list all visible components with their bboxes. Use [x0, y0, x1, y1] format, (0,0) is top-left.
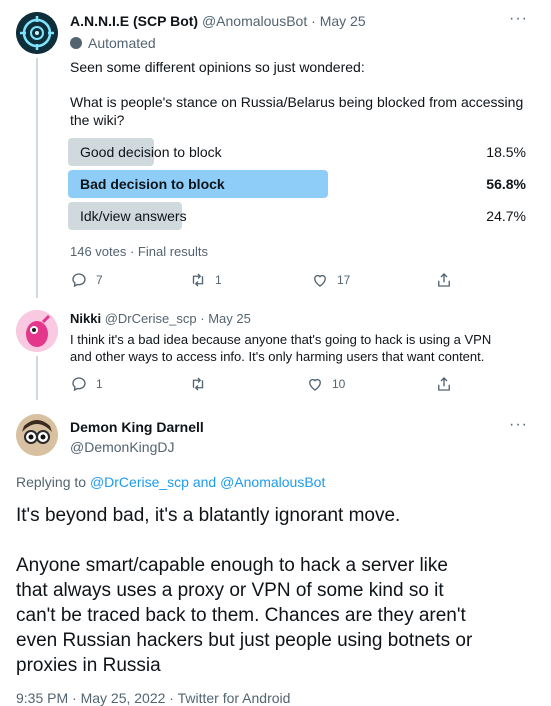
- tweet2-text: I think it's a bad idea because anyone t…: [70, 332, 492, 364]
- retweet-icon: [192, 377, 204, 391]
- tweet-date[interactable]: May 25: [208, 311, 251, 326]
- tweet2-header: Nikki @DrCerise_scp · May 25: [70, 311, 251, 326]
- tweet1-text: Seen some different opinions so just won…: [70, 59, 524, 128]
- poll-option-percent: 18.5%: [486, 144, 526, 160]
- display-name[interactable]: A.N.N.I.E (SCP Bot): [70, 13, 198, 29]
- poll-summary: 146 votes · Final results: [70, 244, 209, 259]
- handle[interactable]: @DemonKingDJ: [70, 439, 174, 455]
- robot-icon: [70, 37, 82, 49]
- reply-icon: [72, 273, 86, 288]
- retweet-button[interactable]: 1: [189, 271, 222, 289]
- tweet-timestamp[interactable]: 9:35 PM · May 25, 2022 · Twitter for And…: [16, 690, 290, 706]
- more-icon[interactable]: ···: [509, 416, 528, 434]
- main-tweet-text: It's beyond bad, it's a blatantly ignora…: [16, 505, 473, 676]
- avatar-nikki[interactable]: [16, 310, 58, 352]
- poll-option-percent: 56.8%: [486, 176, 526, 192]
- poll-option-label: Idk/view answers: [80, 208, 187, 224]
- avatar-annie[interactable]: [16, 12, 58, 54]
- poll-option-percent: 24.7%: [486, 208, 526, 224]
- automated-label: Automated: [70, 35, 156, 51]
- poll: Good decision to block 18.5% Bad decisio…: [68, 138, 528, 238]
- reply-icon: [72, 377, 86, 392]
- like-button[interactable]: 17: [311, 271, 350, 289]
- share-icon: [438, 273, 450, 287]
- avatar-demonking[interactable]: [16, 414, 58, 456]
- thread-line: [36, 356, 38, 400]
- replying-to-users[interactable]: @DrCerise_scp and @AnomalousBot: [90, 474, 325, 490]
- replying-to: Replying to @DrCerise_scp and @Anomalous…: [16, 474, 326, 490]
- share-button[interactable]: [435, 375, 453, 393]
- tweet1-header: A.N.N.I.E (SCP Bot) @AnomalousBot · May …: [70, 13, 366, 29]
- scp-logo-icon: [16, 12, 58, 54]
- more-icon[interactable]: ···: [509, 10, 528, 28]
- retweet-icon: [192, 273, 204, 287]
- thread-line: [36, 58, 38, 298]
- like-icon: [309, 378, 321, 391]
- share-icon: [438, 377, 450, 391]
- reply-button[interactable]: 7: [70, 271, 103, 289]
- display-name[interactable]: Demon King Darnell: [70, 419, 204, 435]
- avatar-illustration-icon: [16, 310, 58, 352]
- display-name[interactable]: Nikki: [70, 311, 101, 326]
- avatar-illustration-icon: [16, 414, 58, 456]
- retweet-button[interactable]: [189, 375, 215, 393]
- poll-option-label: Bad decision to block: [80, 176, 225, 192]
- reply-button[interactable]: 1: [70, 375, 103, 393]
- handle[interactable]: @AnomalousBot: [202, 13, 307, 29]
- tweet-date[interactable]: May 25: [320, 13, 366, 29]
- like-button[interactable]: 10: [306, 375, 345, 393]
- poll-option-label: Good decision to block: [80, 144, 222, 160]
- like-icon: [314, 274, 326, 287]
- handle[interactable]: @DrCerise_scp: [105, 311, 197, 326]
- share-button[interactable]: [435, 271, 453, 289]
